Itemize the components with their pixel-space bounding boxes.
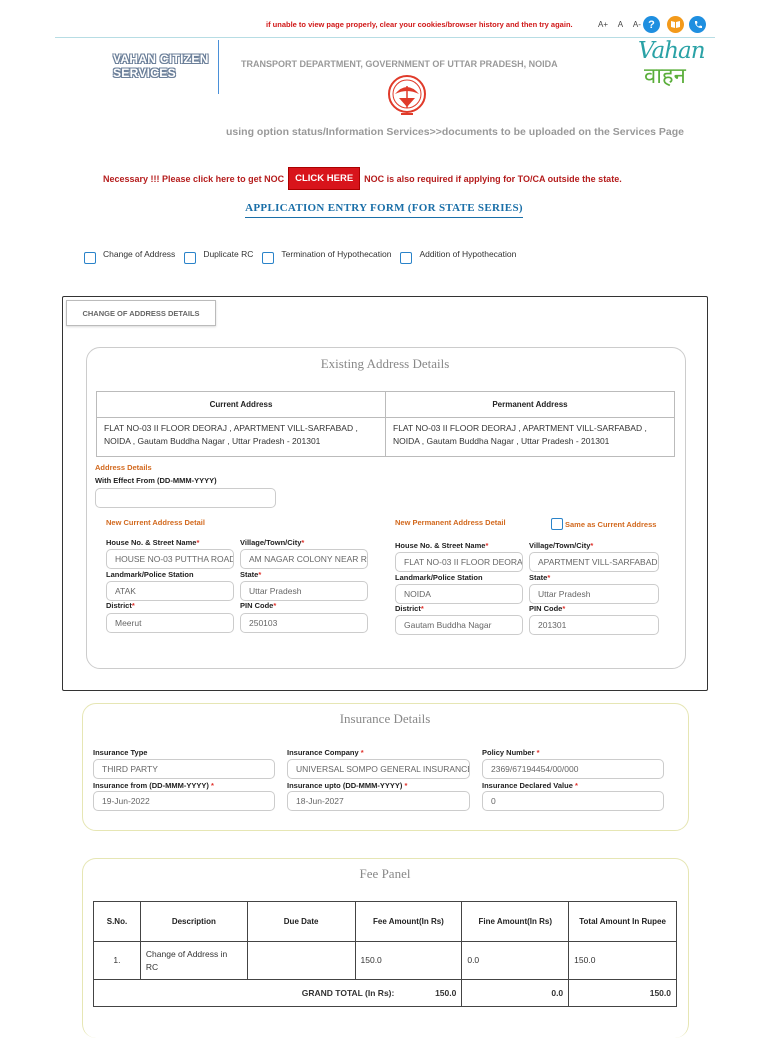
header-current-address: Current Address	[96, 391, 386, 418]
font-decrease-button[interactable]: A-	[633, 20, 641, 29]
header-permanent-address: Permanent Address	[385, 391, 675, 418]
book-icon[interactable]	[667, 16, 684, 33]
grand-total-fine: 0.0	[461, 979, 570, 1007]
same-as-current-label: Same as Current Address	[565, 520, 657, 529]
current-landmark-input[interactable]: ATAK	[106, 581, 234, 601]
insurance-from-label: Insurance from (DD-MMM-YYYY) *	[93, 781, 214, 790]
fee-header-sno: S.No.	[93, 901, 141, 942]
policy-number-label: Policy Number *	[482, 748, 540, 757]
form-title: APPLICATION ENTRY FORM (FOR STATE SERIES…	[0, 202, 768, 218]
checkbox-change-of-address[interactable]	[84, 252, 96, 264]
insurance-company-label: Insurance Company *	[287, 748, 364, 757]
grand-total-label: GRAND TOTAL (In Rs): 150.0	[92, 979, 463, 1007]
header-rule	[55, 37, 715, 38]
noc-notice: Necessary !!! Please click here to get N…	[103, 167, 622, 190]
phone-icon[interactable]	[689, 16, 706, 33]
address-details-label: Address Details	[95, 463, 152, 472]
label-change-of-address: Change of Address	[103, 249, 176, 259]
insurance-company-select[interactable]: UNIVERSAL SOMPO GENERAL INSURANCE CO	[287, 759, 470, 779]
browser-notice: if unable to view page properly, clear y…	[266, 20, 573, 29]
fee-header-total-amount: Total Amount In Rupee	[568, 901, 677, 942]
effect-from-input[interactable]	[95, 488, 276, 508]
noc-click-here-button[interactable]: CLICK HERE	[288, 167, 361, 190]
app-title: VAHAN CITIZEN SERVICES	[113, 52, 209, 80]
insurance-from-input[interactable]: 19-Jun-2022	[93, 791, 275, 811]
current-village-input[interactable]: AM NAGAR COLONY NEAR RA	[240, 549, 368, 569]
permanent-house-label: House No. & Street Name*	[395, 541, 489, 550]
fee-header-fee-amount: Fee Amount(In Rs)	[354, 901, 463, 942]
fee-legend: Fee Panel	[330, 866, 440, 882]
checkbox-duplicate-rc[interactable]	[184, 252, 197, 264]
fee-row-fine: 0.0	[461, 941, 570, 980]
font-normal-button[interactable]: A	[618, 20, 623, 29]
new-permanent-address-title: New Permanent Address Detail	[395, 518, 506, 527]
checkbox-addition-of-hypothecation[interactable]	[400, 252, 413, 264]
up-emblem-icon	[387, 74, 427, 118]
fee-row-description: Change of Address in RC	[139, 941, 248, 980]
label-termination-of-hypothecation: Termination of Hypothecation	[281, 249, 392, 259]
title-divider	[218, 40, 219, 94]
font-size-controls: A+ A A-	[598, 20, 649, 29]
current-landmark-label: Landmark/Police Station	[106, 570, 194, 579]
permanent-landmark-input[interactable]: NOIDA	[395, 584, 523, 604]
fee-row-sno: 1.	[93, 941, 141, 980]
permanent-village-input[interactable]: APARTMENT VILL-SARFABAD	[529, 552, 659, 572]
department-name: TRANSPORT DEPARTMENT, GOVERNMENT OF UTTA…	[241, 59, 558, 69]
existing-address-legend: Existing Address Details	[280, 356, 490, 372]
permanent-pin-label: PIN Code*	[529, 604, 566, 613]
insurance-upto-label: Insurance upto (DD-MMM-YYYY) *	[287, 781, 408, 790]
fee-table: S.No. Description Due Date Fee Amount(In…	[92, 901, 677, 1007]
service-checkboxes: Change of Address Duplicate RC Terminati…	[84, 244, 525, 264]
insurance-idv-label: Insurance Declared Value *	[482, 781, 578, 790]
permanent-house-input[interactable]: FLAT NO-03 II FLOOR DEORAJ	[395, 552, 523, 572]
info-marquee: using option status/Information Services…	[226, 126, 685, 138]
permanent-pin-input[interactable]: 201301	[529, 615, 659, 635]
permanent-state-select[interactable]: Uttar Pradesh	[529, 584, 659, 604]
current-pin-label: PIN Code*	[240, 601, 277, 610]
fee-header-fine-amount: Fine Amount(In Rs)	[461, 901, 570, 942]
fee-row-due-date	[246, 941, 356, 980]
new-current-address-title: New Current Address Detail	[106, 518, 205, 527]
current-house-label: House No. & Street Name*	[106, 538, 200, 547]
label-addition-of-hypothecation: Addition of Hypothecation	[419, 249, 517, 259]
help-icon[interactable]: ?	[643, 16, 660, 33]
font-increase-button[interactable]: A+	[598, 20, 608, 29]
current-house-input[interactable]: HOUSE NO-03 PUTTHA ROAD	[106, 549, 234, 569]
permanent-landmark-label: Landmark/Police Station	[395, 573, 483, 582]
current-state-label: State*	[240, 570, 262, 579]
effect-from-label: With Effect From (DD-MMM-YYYY)	[95, 476, 217, 485]
insurance-type-label: Insurance Type	[93, 748, 148, 757]
table-row: 1. Change of Address in RC 150.0 0.0 150…	[93, 941, 677, 980]
permanent-district-select[interactable]: Gautam Buddha Nagar	[395, 615, 523, 635]
grand-total-amount: 150.0	[568, 979, 677, 1007]
noc-prefix: Necessary !!! Please click here to get N…	[103, 173, 285, 184]
policy-number-input[interactable]: 2369/67194454/00/000	[482, 759, 664, 779]
vahan-logo-hindi: वाहन	[644, 64, 686, 89]
current-district-label: District*	[106, 601, 135, 610]
existing-address-table: Current Address Permanent Address FLAT N…	[96, 391, 675, 457]
label-duplicate-rc: Duplicate RC	[203, 249, 254, 259]
fee-row-fee: 150.0	[354, 941, 463, 980]
fee-header-due-date: Due Date	[246, 901, 356, 942]
fee-header-description: Description	[139, 901, 248, 942]
insurance-idv-input[interactable]: 0	[482, 791, 664, 811]
current-state-select[interactable]: Uttar Pradesh	[240, 581, 368, 601]
current-address-value: FLAT NO-03 II FLOOR DEORAJ , APARTMENT V…	[96, 417, 386, 457]
grand-total-row: GRAND TOTAL (In Rs): 150.0 0.0 150.0	[92, 979, 677, 1007]
same-as-current-checkbox[interactable]	[551, 518, 563, 530]
current-pin-input[interactable]: 250103	[240, 613, 368, 633]
insurance-upto-input[interactable]: 18-Jun-2027	[287, 791, 470, 811]
noc-suffix: NOC is also required if applying for TO/…	[364, 173, 622, 184]
current-village-label: Village/Town/City*	[240, 538, 305, 547]
fee-row-total: 150.0	[568, 941, 677, 980]
permanent-village-label: Village/Town/City*	[529, 541, 594, 550]
checkbox-termination-of-hypothecation[interactable]	[262, 252, 275, 264]
change-of-address-tab[interactable]: CHANGE OF ADDRESS DETAILS	[66, 300, 216, 326]
insurance-legend: Insurance Details	[300, 711, 470, 727]
permanent-address-value: FLAT NO-03 II FLOOR DEORAJ , APARTMENT V…	[385, 417, 675, 457]
current-district-select[interactable]: Meerut	[106, 613, 234, 633]
insurance-type-select[interactable]: THIRD PARTY	[93, 759, 275, 779]
permanent-district-label: District*	[395, 604, 424, 613]
permanent-state-label: State*	[529, 573, 551, 582]
